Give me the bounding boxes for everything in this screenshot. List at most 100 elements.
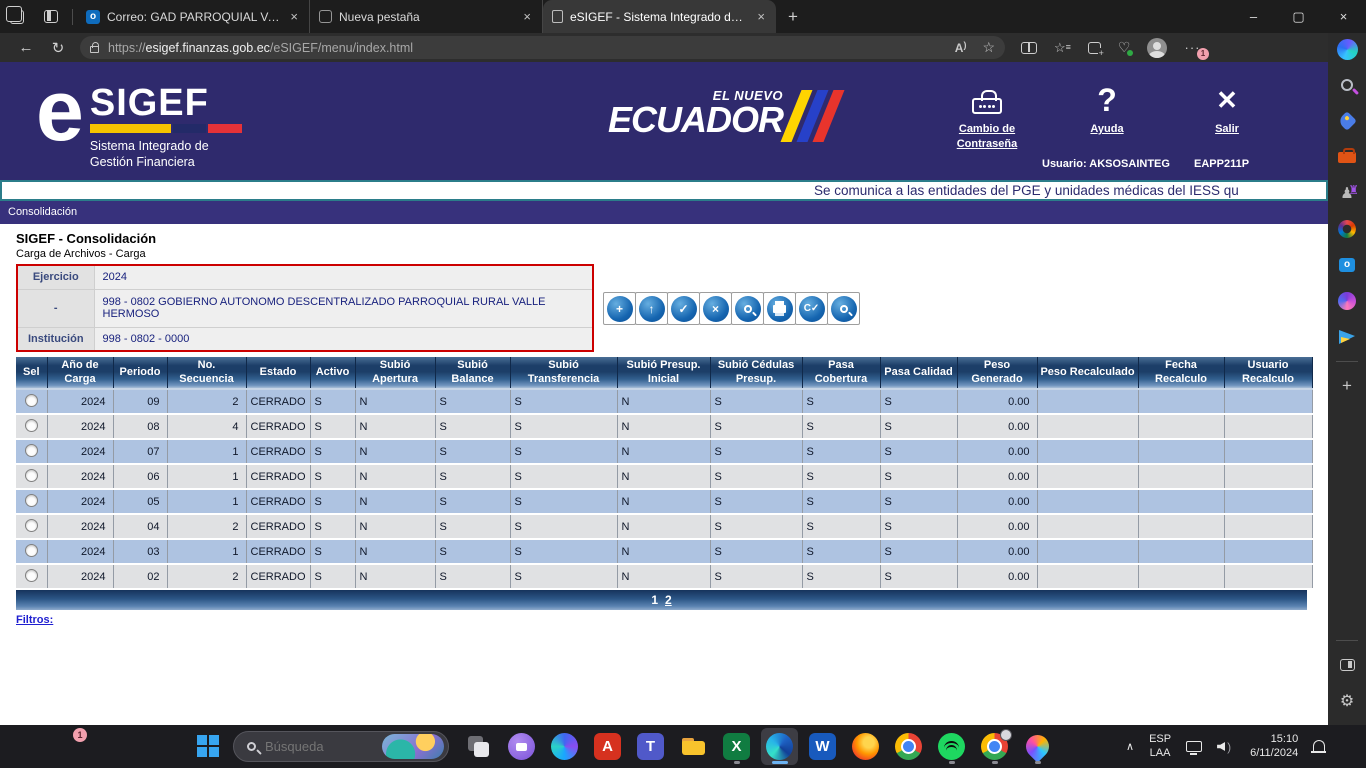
preview-button[interactable] <box>731 292 764 325</box>
browser-tab[interactable]: Nueva pestaña× <box>310 0 543 33</box>
games-sidebar-button[interactable]: ♟ <box>1335 181 1359 205</box>
cell-anio-carga: 2024 <box>47 564 113 589</box>
settings-sidebar-button[interactable]: ⚙ <box>1335 689 1359 713</box>
chrome-profile-icon[interactable] <box>976 728 1013 765</box>
shopping-sidebar-button[interactable] <box>1335 109 1359 133</box>
esigef-logo: e SIGEF Sistema Integrado deGestión Fina… <box>36 72 242 170</box>
print-button[interactable] <box>763 292 796 325</box>
clock[interactable]: 15:106/11/2024 <box>1250 733 1298 761</box>
profile-badge <box>1000 729 1012 741</box>
row-select-radio[interactable] <box>25 494 38 507</box>
cargas-table: SelAño de CargaPeriodoNo. SecuenciaEstad… <box>16 357 1313 590</box>
language-indicator[interactable]: ESPLAA <box>1149 733 1171 759</box>
tab-close-icon[interactable]: × <box>755 9 767 24</box>
table-row: 2024071CERRADOSNSSNSSS0.00 <box>16 439 1312 464</box>
refresh-button[interactable]: ↻ <box>42 39 74 57</box>
cell-fecha-recalculo <box>1138 514 1224 539</box>
m365-sidebar-button[interactable] <box>1335 217 1359 241</box>
row-select-radio[interactable] <box>25 444 38 457</box>
taskbar-search[interactable] <box>233 731 449 762</box>
toolbox-sidebar-button[interactable] <box>1335 145 1359 169</box>
mag-icon <box>831 296 857 322</box>
more-menu-icon[interactable]: ···1 <box>1184 40 1200 55</box>
page-viewport: e SIGEF Sistema Integrado deGestión Fina… <box>0 62 1328 725</box>
profile-avatar[interactable] <box>1147 38 1167 58</box>
word-icon[interactable]: W <box>804 728 841 765</box>
designer-sidebar-button[interactable] <box>1335 289 1359 313</box>
search-highlight-image[interactable] <box>382 734 444 759</box>
new-tab-button[interactable]: + <box>776 7 810 27</box>
upload-file-button[interactable]: ↑ <box>635 292 668 325</box>
row-select-radio[interactable] <box>25 544 38 557</box>
cell-peso-recalculado <box>1037 439 1138 464</box>
cell-estado: CERRADO <box>246 414 310 439</box>
file-explorer-icon[interactable] <box>675 728 712 765</box>
excel-icon[interactable]: X <box>718 728 755 765</box>
split-screen-icon[interactable] <box>1021 42 1037 54</box>
tab-close-icon[interactable]: × <box>521 9 533 24</box>
url-text: https://esigef.finanzas.gob.ec/eSIGEF/me… <box>108 41 413 55</box>
minimize-button[interactable]: – <box>1231 0 1276 33</box>
chat-icon[interactable] <box>503 728 540 765</box>
search-input[interactable] <box>265 739 373 754</box>
filters-link[interactable]: Filtros: <box>16 614 53 626</box>
approve-button[interactable]: C✓ <box>795 292 828 325</box>
copilot-icon[interactable] <box>546 728 583 765</box>
network-icon[interactable] <box>1186 741 1202 752</box>
volume-icon[interactable] <box>1217 740 1235 754</box>
collections-icon[interactable] <box>1088 42 1101 54</box>
row-select-radio[interactable] <box>25 469 38 482</box>
cell-anio-carga: 2024 <box>47 539 113 564</box>
row-select-radio[interactable] <box>25 394 38 407</box>
exit-button[interactable]: ✕Salir <box>1184 80 1270 152</box>
validate-button[interactable]: ✓ <box>667 292 700 325</box>
outlook-sidebar-button[interactable]: o <box>1335 253 1359 277</box>
page-link-2[interactable]: 2 <box>665 593 672 607</box>
browser-essentials-icon[interactable]: ♡ <box>1118 39 1131 56</box>
row-select-radio[interactable] <box>25 519 38 532</box>
browser-tab[interactable]: eSIGEF - Sistema Integrado de G× <box>543 0 776 33</box>
maximize-button[interactable]: ▢ <box>1276 0 1321 33</box>
tab-close-icon[interactable]: × <box>288 9 300 24</box>
read-aloud-icon[interactable]: A <box>955 41 967 55</box>
back-button[interactable]: ← <box>10 39 42 56</box>
task-view-icon[interactable] <box>460 728 497 765</box>
copilot-sidebar-button[interactable] <box>1335 37 1359 61</box>
drop-sidebar-button[interactable] <box>1335 325 1359 349</box>
notifications-bell-icon[interactable] <box>1313 740 1325 751</box>
row-select-radio[interactable] <box>25 569 38 582</box>
add-sidebar-button[interactable]: + <box>1335 374 1359 398</box>
cell-sel <box>16 414 47 439</box>
acrobat-icon[interactable]: A <box>589 728 626 765</box>
address-bar[interactable]: https://esigef.finanzas.gob.ec/eSIGEF/me… <box>80 36 1005 59</box>
favorite-star-icon[interactable]: ☆ <box>982 39 995 56</box>
spotify-icon[interactable] <box>933 728 970 765</box>
search-sidebar-button[interactable] <box>1335 73 1359 97</box>
browser-tab[interactable]: oCorreo: GAD PARROQUIAL VALLE× <box>77 0 310 33</box>
consult-button[interactable] <box>827 292 860 325</box>
active-app-indicator <box>772 761 788 764</box>
change-password-button[interactable]: Cambio deContraseña <box>944 80 1030 152</box>
teams-icon[interactable]: T <box>632 728 669 765</box>
widgets-button[interactable]: 1 <box>55 732 85 762</box>
edge-icon[interactable] <box>761 728 798 765</box>
start-button[interactable] <box>197 735 219 757</box>
file-explorer-logo <box>680 733 707 760</box>
panel-sidebar-button[interactable] <box>1335 653 1359 677</box>
tray-overflow-chevron-icon[interactable]: ∧ <box>1126 740 1134 753</box>
close-x-icon: ✕ <box>1214 80 1240 120</box>
cell-periodo: 07 <box>113 439 167 464</box>
menu-bar-consolidacion[interactable]: Consolidación <box>0 201 1328 224</box>
row-select-radio[interactable] <box>25 419 38 432</box>
close-button[interactable]: × <box>1321 0 1366 33</box>
favorites-icon[interactable]: ☆ <box>1054 40 1071 56</box>
workspaces-button[interactable] <box>0 0 34 33</box>
paint-drop-icon[interactable] <box>1019 728 1056 765</box>
tab-actions-button[interactable] <box>34 0 68 33</box>
help-button[interactable]: ?Ayuda <box>1064 80 1150 152</box>
firefox-icon[interactable] <box>847 728 884 765</box>
new-file-button[interactable]: + <box>603 292 636 325</box>
chrome-icon[interactable] <box>890 728 927 765</box>
delete-button[interactable]: × <box>699 292 732 325</box>
cell-pasa-cobertura: S <box>802 414 880 439</box>
